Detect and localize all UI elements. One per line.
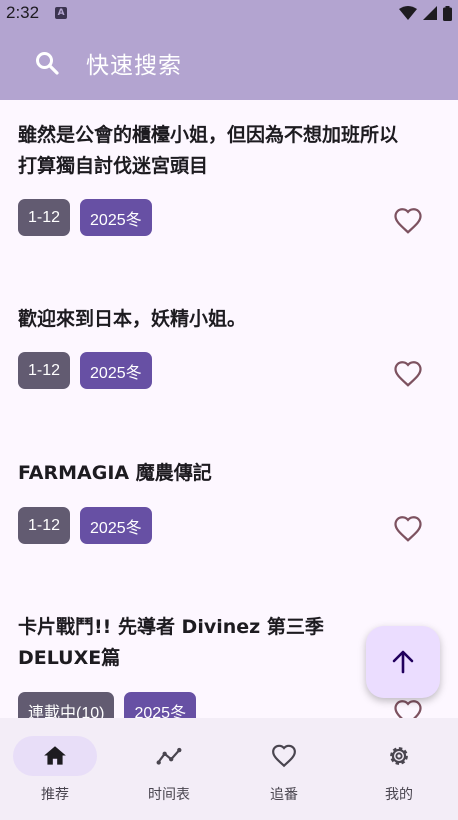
season-tag[interactable]: 2025冬: [124, 692, 197, 718]
nav-label: 我的: [385, 787, 413, 803]
heart-icon[interactable]: [393, 359, 423, 389]
scroll-top-button[interactable]: [366, 626, 440, 698]
episode-tag: 1-12: [18, 352, 71, 389]
nav-item-schedule[interactable]: 时间表: [114, 718, 228, 820]
nav-item-following[interactable]: 追番: [229, 718, 343, 820]
episode-tag: 連載中(10): [18, 692, 115, 718]
arrow-up-icon: [392, 650, 414, 674]
signal-icon: [423, 6, 437, 20]
anime-tags: 1-12 2025冬: [18, 199, 152, 236]
nav-label: 推荐: [41, 787, 69, 803]
search-icon[interactable]: [34, 50, 60, 76]
anime-tags: 連載中(10) 2025冬: [18, 692, 197, 718]
search-bar[interactable]: 快速搜索: [0, 26, 458, 100]
anime-title[interactable]: FARMAGIA 魔農傳記: [18, 458, 408, 489]
status-time: 2:32: [6, 3, 40, 22]
timeline-icon: [156, 747, 182, 765]
nav-item-recommend[interactable]: 推荐: [0, 718, 114, 820]
settings-icon: [390, 747, 408, 765]
status-bar: 2:32 A: [0, 0, 458, 26]
battery-icon: [443, 5, 452, 21]
wifi-icon: [399, 6, 417, 20]
episode-tag: 1-12: [18, 507, 71, 544]
nav-item-mine[interactable]: 我的: [344, 718, 458, 820]
season-tag[interactable]: 2025冬: [80, 352, 152, 389]
nav-label: 追番: [270, 787, 298, 803]
status-icons: [399, 5, 452, 21]
anime-tags: 1-12 2025冬: [18, 352, 152, 389]
anime-title[interactable]: 卡片戰鬥!! 先導者 Divinez 第三季 DELUXE篇: [18, 612, 348, 674]
season-tag[interactable]: 2025冬: [80, 199, 152, 236]
home-icon: [44, 746, 66, 765]
episode-tag: 1-12: [18, 199, 71, 236]
heart-icon: [272, 744, 296, 768]
anime-title[interactable]: 雖然是公會的櫃檯小姐，但因為不想加班所以打算獨自討伐迷宮頭目: [18, 120, 408, 182]
bottom-navigation: 推荐 时间表 追番 我的: [0, 718, 458, 820]
search-placeholder[interactable]: 快速搜索: [86, 46, 182, 80]
heart-icon[interactable]: [393, 206, 423, 236]
season-tag[interactable]: 2025冬: [80, 507, 152, 544]
heart-icon[interactable]: [393, 514, 423, 544]
a-icon: A: [55, 7, 68, 19]
anime-tags: 1-12 2025冬: [18, 507, 152, 544]
nav-label: 时间表: [148, 787, 190, 803]
anime-title[interactable]: 歡迎來到日本，妖精小姐。: [18, 304, 408, 335]
heart-icon[interactable]: [393, 698, 423, 718]
